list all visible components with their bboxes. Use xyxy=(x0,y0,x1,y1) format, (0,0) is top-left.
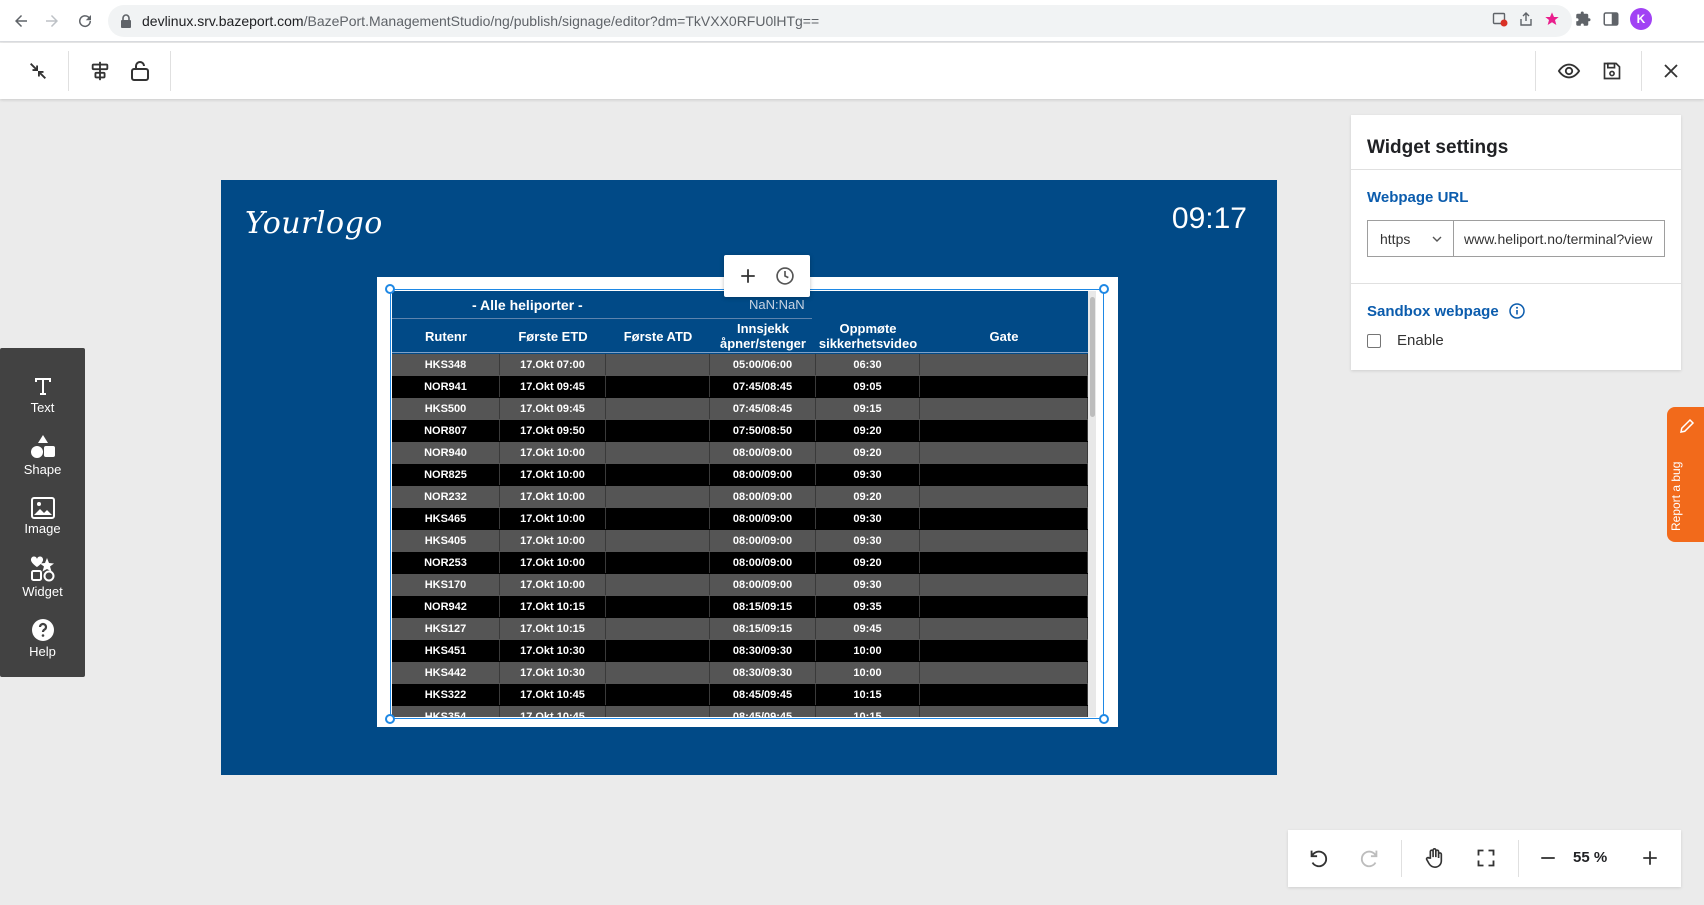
selection-outline xyxy=(390,289,1104,719)
resize-handle-bottom-right[interactable] xyxy=(1099,714,1109,724)
text-tool-label: Text xyxy=(30,400,55,415)
resize-handle-bottom-left[interactable] xyxy=(385,714,395,724)
report-bug-label: Report a bug xyxy=(1669,461,1683,531)
back-button[interactable] xyxy=(8,8,34,34)
extensions-icon[interactable] xyxy=(1574,10,1592,28)
minus-icon xyxy=(1541,857,1555,859)
address-bar[interactable]: devlinux.srv.bazeport.com/BazePort.Manag… xyxy=(108,5,1572,37)
align-center-icon xyxy=(91,61,109,81)
signage-canvas[interactable]: Yourlogo 09:17 - Alle heliporter - NaN:N… xyxy=(221,180,1277,775)
url-path: /BazePort.ManagementStudio/ng/publish/si… xyxy=(303,13,820,29)
tool-panel: Text Shape Image Widget Help xyxy=(0,348,85,677)
zoom-in-button[interactable] xyxy=(1636,844,1664,872)
collapse-icon xyxy=(30,63,46,79)
protocol-select[interactable]: https xyxy=(1367,220,1454,257)
enable-sandbox-checkbox[interactable] xyxy=(1367,334,1381,348)
save-icon xyxy=(1603,62,1621,80)
widget-tool[interactable]: Widget xyxy=(0,547,85,608)
sandbox-label: Sandbox webpage xyxy=(1367,303,1525,320)
shape-icon xyxy=(30,435,55,458)
clock-icon[interactable] xyxy=(775,266,795,286)
arrow-left-icon xyxy=(15,15,27,27)
widget-settings-panel: Widget settings Webpage URL https www.he… xyxy=(1351,115,1681,370)
pan-button[interactable] xyxy=(1420,844,1448,872)
avatar[interactable]: K xyxy=(1630,8,1652,30)
reload-button[interactable] xyxy=(72,8,98,34)
preview-button[interactable] xyxy=(1555,57,1583,85)
image-icon xyxy=(30,497,55,519)
side-panel-icon[interactable] xyxy=(1602,10,1620,28)
canvas-controls: 55 % xyxy=(1288,830,1681,887)
chevron-down-icon xyxy=(1432,236,1442,242)
settings-title: Widget settings xyxy=(1367,137,1509,158)
toolbar-divider xyxy=(1641,51,1642,91)
sandbox-label-text: Sandbox webpage xyxy=(1367,303,1499,320)
shape-tool[interactable]: Shape xyxy=(0,425,85,486)
url-host: devlinux.srv.bazeport.com xyxy=(142,13,304,29)
image-tool[interactable]: Image xyxy=(0,486,85,547)
webpage-url-input[interactable]: www.heliport.no/terminal?view xyxy=(1453,220,1665,257)
plus-icon xyxy=(1643,851,1657,865)
fit-screen-button[interactable] xyxy=(1472,844,1500,872)
editor-toolbar xyxy=(0,43,1704,99)
image-blocked-icon[interactable] xyxy=(1492,11,1508,27)
controls-divider xyxy=(1401,840,1402,877)
info-icon[interactable] xyxy=(1509,303,1525,319)
undo-icon xyxy=(1310,850,1328,868)
redo-icon xyxy=(1360,850,1378,868)
save-button[interactable] xyxy=(1598,57,1626,85)
reload-icon xyxy=(79,15,92,28)
toolbar-divider xyxy=(170,51,171,91)
align-button[interactable] xyxy=(86,57,114,85)
exit-fullscreen-button[interactable] xyxy=(24,57,52,85)
shape-tool-label: Shape xyxy=(23,462,62,477)
settings-divider xyxy=(1351,169,1681,170)
logo-text[interactable]: Yourlogo xyxy=(245,206,383,241)
resize-handle-top-left[interactable] xyxy=(385,284,395,294)
toolbar-divider xyxy=(1535,51,1536,91)
help-tool-label: Help xyxy=(29,644,56,659)
text-icon xyxy=(34,378,51,395)
widget-tool-label: Widget xyxy=(22,584,63,599)
fullscreen-icon xyxy=(1477,849,1495,867)
zoom-out-button[interactable] xyxy=(1534,844,1562,872)
enable-label: Enable xyxy=(1397,332,1444,349)
image-tool-label: Image xyxy=(24,521,61,536)
webpage-url-label: Webpage URL xyxy=(1367,189,1469,206)
arrow-right-icon xyxy=(46,15,58,27)
protocol-value: https xyxy=(1380,230,1411,247)
lock-button[interactable] xyxy=(126,57,154,85)
lock-icon xyxy=(121,14,131,28)
eye-icon xyxy=(1557,63,1581,79)
text-tool[interactable]: Text xyxy=(0,364,85,425)
share-icon[interactable] xyxy=(1518,11,1534,27)
zoom-level: 55 % xyxy=(1573,849,1608,866)
widget-icon xyxy=(30,556,54,582)
widget-quick-toolbar xyxy=(724,255,810,297)
browser-bar: devlinux.srv.bazeport.com/BazePort.Manag… xyxy=(0,0,1704,42)
forward-button[interactable] xyxy=(39,8,65,34)
webpage-widget[interactable]: - Alle heliporter - NaN:NaN Rutenr Først… xyxy=(377,277,1118,727)
resize-handle-top-right[interactable] xyxy=(1099,284,1109,294)
plus-icon[interactable] xyxy=(739,267,757,285)
report-bug-button[interactable]: Report a bug xyxy=(1667,407,1704,542)
controls-divider xyxy=(1518,840,1519,877)
star-icon[interactable] xyxy=(1544,11,1560,27)
toolbar-divider xyxy=(68,51,69,91)
redo-button[interactable] xyxy=(1356,844,1384,872)
unlock-icon xyxy=(131,61,149,81)
close-icon xyxy=(1664,64,1678,78)
help-icon xyxy=(31,619,54,641)
close-button[interactable] xyxy=(1657,57,1685,85)
help-tool[interactable]: Help xyxy=(0,608,85,669)
undo-button[interactable] xyxy=(1304,844,1332,872)
settings-divider xyxy=(1351,283,1681,284)
hand-icon xyxy=(1425,848,1443,868)
clock-widget[interactable]: 09:17 xyxy=(1172,202,1247,236)
